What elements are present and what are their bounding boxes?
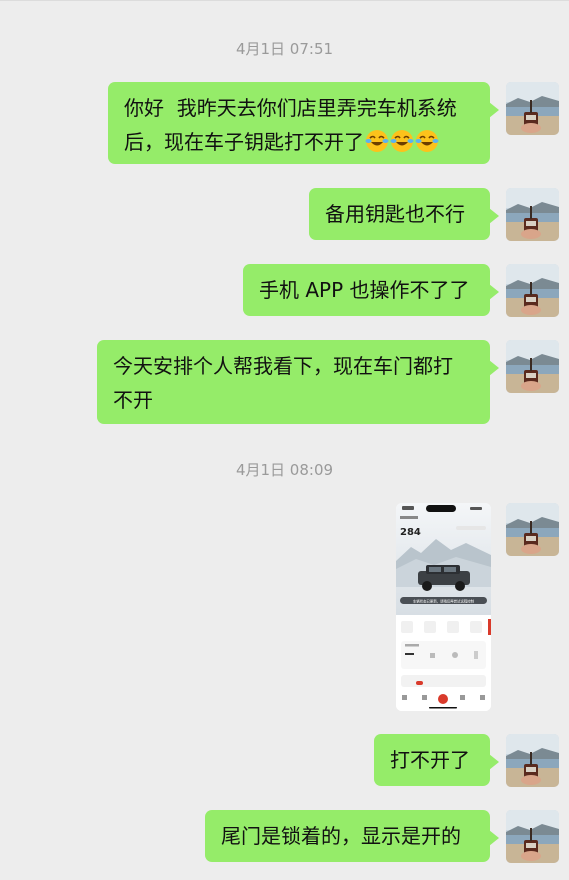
image-message[interactable]: 284 车辆状态已更新，请稍后再尝试远程控制 [396,503,491,711]
message-line: 备用钥匙也不行 [325,202,465,226]
message-line: 后，现在车子钥匙打不开了 [124,130,364,154]
message-line: 你好 我昨天去你们店里弄完车机系统 [124,96,457,120]
message-bubble[interactable]: 今天安排个人帮我看下，现在车门都打 不开 [97,340,499,424]
face-with-tears-of-joy-icon [415,129,439,153]
message-bubble[interactable]: 尾门是锁着的，显示是开的 [205,810,499,862]
avatar[interactable] [506,82,559,135]
message-bubble[interactable]: 备用钥匙也不行 [309,188,499,240]
avatar[interactable] [506,734,559,787]
message-line: 不开 [113,388,153,412]
status-banner: 车辆状态已更新，请稍后再尝试远程控制 [413,599,475,604]
avatar[interactable] [506,810,559,863]
face-with-tears-of-joy-icon [365,129,389,153]
message-bubble[interactable]: 手机 APP 也操作不了了 [243,264,499,316]
timestamp: 4月1日 08:09 [235,461,334,479]
avatar[interactable] [506,264,559,317]
message-line: 今天安排个人帮我看下，现在车门都打 [113,354,453,378]
face-with-tears-of-joy-icon [390,129,414,153]
car-app-screenshot: 284 车辆状态已更新，请稍后再尝试远程控制 [396,503,491,711]
top-divider [0,0,569,1]
message-bubble[interactable]: 打不开了 [374,734,499,786]
message-line: 打不开了 [390,748,470,772]
message-line: 尾门是锁着的，显示是开的 [221,824,461,848]
message-line: 手机 APP 也操作不了了 [259,278,470,302]
message-bubble[interactable]: 你好 我昨天去你们店里弄完车机系统 后，现在车子钥匙打不开了 [108,82,499,164]
timestamp: 4月1日 07:51 [235,40,334,58]
avatar[interactable] [506,340,559,393]
range-value: 284 [400,527,421,538]
avatar[interactable] [506,188,559,241]
avatar[interactable] [506,503,559,556]
